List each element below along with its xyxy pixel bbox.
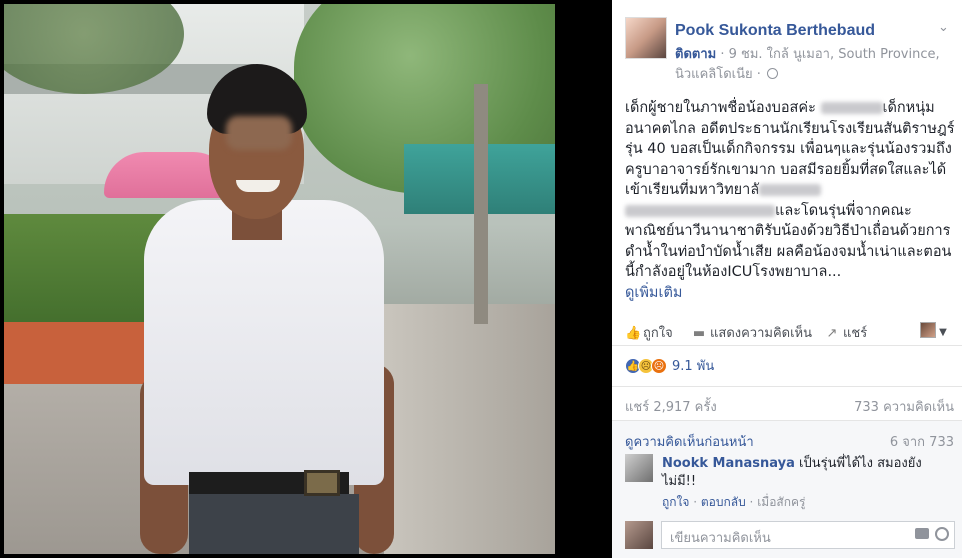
- author-name[interactable]: Pook Sukonta Berthebaud: [675, 22, 875, 40]
- angry-reaction-icon: ☹: [651, 357, 667, 374]
- comment-like-link[interactable]: ถูกใจ: [662, 495, 689, 509]
- redacted-text: [820, 102, 883, 114]
- thumbs-up-icon: 👍: [625, 326, 642, 341]
- globe-icon: [767, 68, 778, 79]
- post-photo[interactable]: [0, 0, 612, 558]
- post-header: Pook Sukonta Berthebaud ⌄ ติดตาม · 9 ชม.…: [612, 0, 962, 86]
- redacted-text: [625, 204, 775, 217]
- comment-reply-link[interactable]: ตอบกลับ: [701, 495, 746, 509]
- sticker-icon[interactable]: [935, 527, 949, 541]
- photo-scene: [4, 4, 555, 554]
- comment-icon: ▬: [692, 326, 706, 341]
- background-pole: [474, 84, 488, 324]
- reaction-count: 9.1 พัน: [672, 359, 715, 374]
- person-belt-buckle: [304, 470, 340, 496]
- background-walkway: [384, 304, 555, 554]
- comments-page-count: 6 จาก 733: [889, 435, 954, 450]
- post-text-part-1: เด็กผู้ชายในภาพชื่อน้องบอสค่ะ: [625, 100, 821, 116]
- comment-actions: ถูกใจ · ตอบกลับ · เมื่อสักครู่: [662, 495, 806, 509]
- share-button[interactable]: ↗ แชร์: [825, 322, 868, 343]
- reactions-summary[interactable]: 👍 ☹ ☹ 9.1 พัน: [625, 355, 714, 375]
- post-text: เด็กผู้ชายในภาพชื่อน้องบอสค่ะ เด็กหนุ่มอ…: [625, 98, 955, 303]
- like-label: ถูกใจ: [643, 326, 673, 341]
- reply-box: เขียนความคิดเห็น: [625, 519, 955, 551]
- person-white-shirt: [144, 200, 384, 485]
- profile-thumbnail: [920, 322, 936, 338]
- view-previous-comments-link[interactable]: ดูความคิดเห็นก่อนหน้า: [625, 431, 754, 452]
- person-smile: [236, 180, 280, 192]
- post-counts: แชร์ 2,917 ครั้ง 733 ความคิดเห็น: [612, 386, 962, 420]
- commenter-name[interactable]: Nookk Manasnaya: [662, 456, 795, 471]
- post-meta: ติดตาม · 9 ชม. ใกล้ นูเมอา, South Provin…: [675, 45, 955, 85]
- shares-count[interactable]: แชร์ 2,917 ครั้ง: [625, 396, 717, 417]
- face-blur-mask: [226, 116, 292, 150]
- camera-icon[interactable]: [915, 528, 929, 539]
- comment-button[interactable]: ▬ แสดงความคิดเห็น: [692, 322, 812, 343]
- background-planter: [4, 322, 154, 392]
- comment-input[interactable]: เขียนความคิดเห็น: [661, 521, 955, 549]
- post-side-panel: Pook Sukonta Berthebaud ⌄ ติดตาม · 9 ชม.…: [612, 0, 962, 558]
- comment-time[interactable]: เมื่อสักครู่: [757, 495, 805, 509]
- caret-down-icon: ▼: [936, 327, 947, 338]
- comments-count[interactable]: 733 ความคิดเห็น: [854, 396, 954, 417]
- person-pants: [189, 494, 359, 554]
- follow-link[interactable]: ติดตาม: [675, 47, 716, 62]
- audience-selector[interactable]: ▼: [920, 322, 950, 340]
- see-more-link[interactable]: ดูเพิ่มเติม: [625, 285, 682, 301]
- comments-section: ดูความคิดเห็นก่อนหน้า 6 จาก 733 Nookk Ma…: [612, 420, 962, 558]
- chevron-down-icon[interactable]: ⌄: [938, 20, 949, 35]
- current-user-avatar: [625, 521, 653, 549]
- comment-label: แสดงความคิดเห็น: [710, 326, 813, 341]
- comment-text: Nookk Manasnaya เป็นรุ่นพี่ได้ไง สมองยัง…: [662, 455, 947, 491]
- post-action-bar: 👍 ถูกใจ ▬ แสดงความคิดเห็น ↗ แชร์ ▼: [612, 316, 962, 346]
- share-label: แชร์: [843, 326, 868, 341]
- redacted-text: [759, 184, 822, 196]
- author-avatar[interactable]: [625, 17, 667, 59]
- share-arrow-icon: ↗: [826, 326, 838, 341]
- commenter-avatar[interactable]: [625, 454, 653, 482]
- like-button[interactable]: 👍 ถูกใจ: [625, 322, 673, 343]
